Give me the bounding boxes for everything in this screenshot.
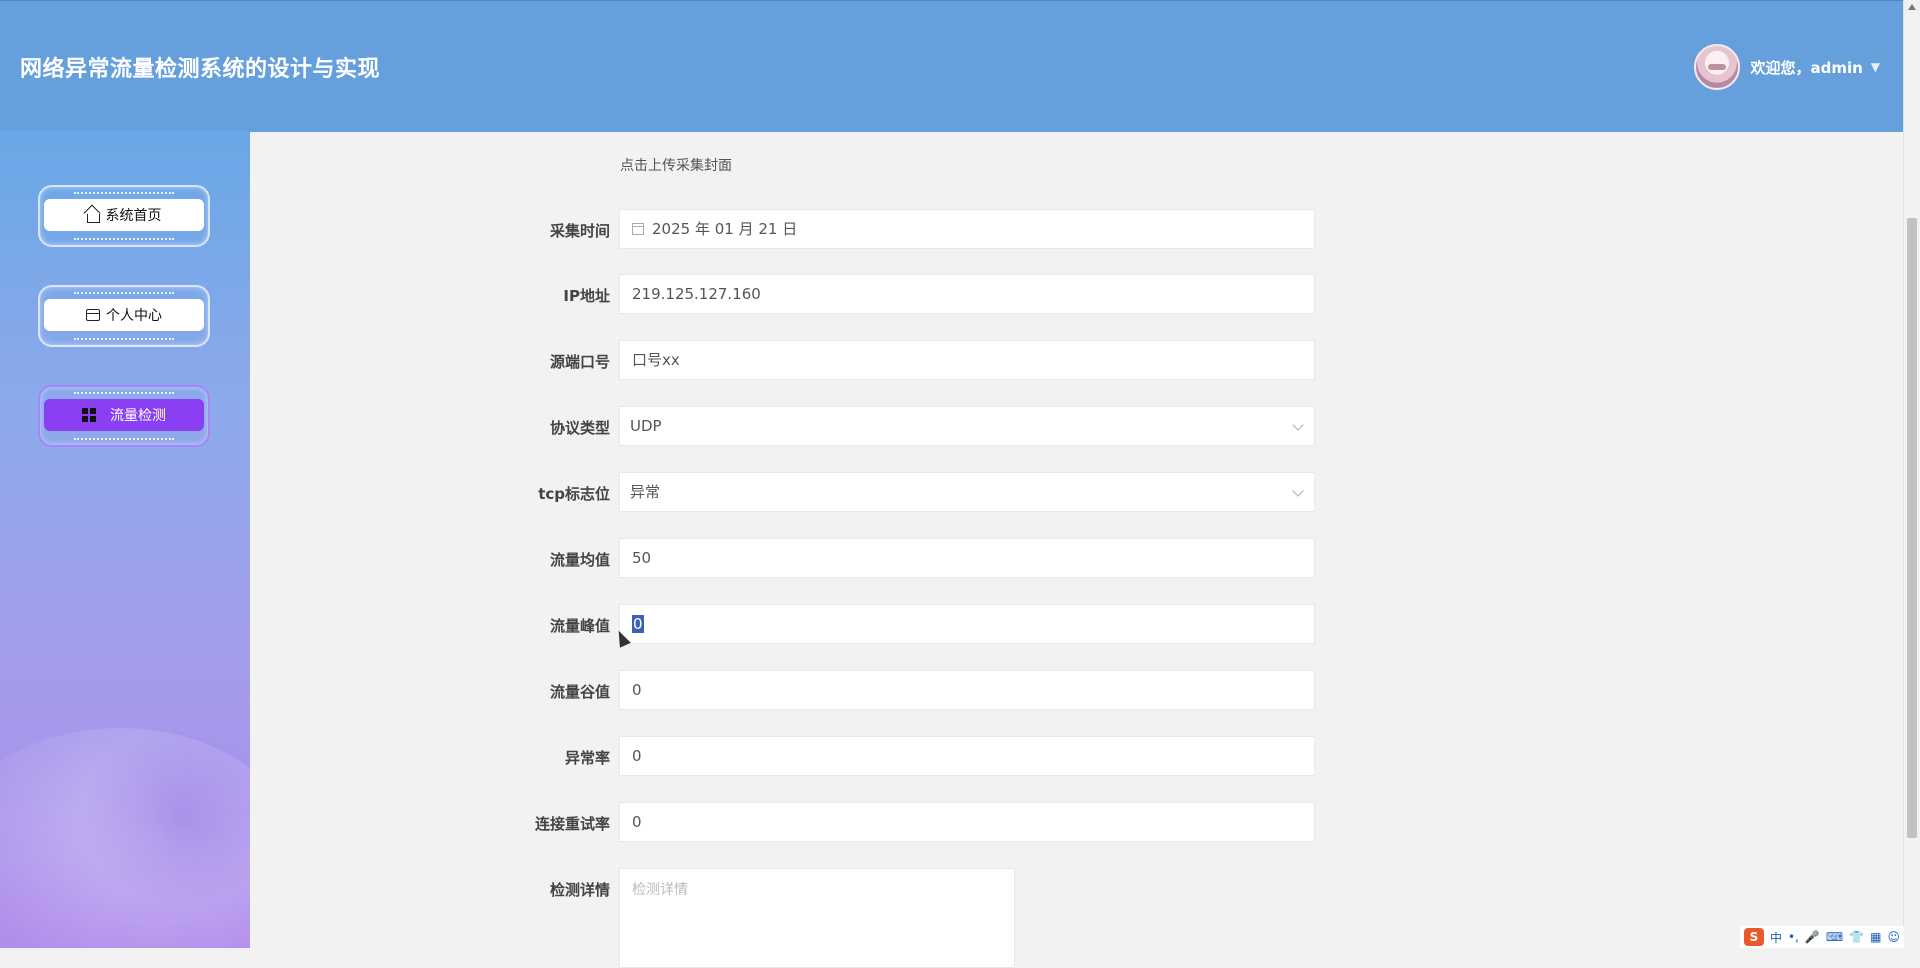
main-content: 点击上传采集封面 采集时间 2025 年 01 月 21 日 IP地址 219.… xyxy=(250,131,1900,968)
ip-address-input[interactable]: 219.125.127.160 xyxy=(619,274,1315,314)
emoji-icon[interactable]: ☺ xyxy=(1887,930,1900,944)
collect-time-date-input[interactable]: 2025 年 01 月 21 日 xyxy=(619,209,1315,249)
field-label: 采集时间 xyxy=(549,222,610,240)
protocol-select[interactable]: UDP xyxy=(619,406,1315,446)
traffic-peak-input[interactable]: 0 xyxy=(619,604,1315,644)
traffic-mean-input[interactable]: 50 xyxy=(619,538,1315,578)
scroll-up-arrow-icon[interactable] xyxy=(1908,4,1916,10)
field-label: 连接重试率 xyxy=(534,815,610,833)
traffic-valley-input[interactable]: 0 xyxy=(619,670,1315,710)
detection-detail-textarea[interactable]: 检测详情 xyxy=(619,868,1015,968)
profile-button[interactable]: 个人中心 xyxy=(44,299,204,331)
traffic-detection-button[interactable]: 流量检测 xyxy=(44,399,204,431)
field-label: 源端口号 xyxy=(549,353,610,371)
sidebar-item-label: 系统首页 xyxy=(105,208,162,224)
wallet-icon xyxy=(86,309,100,321)
keyboard-icon[interactable]: ⌨ xyxy=(1826,930,1843,944)
form-row-collect-time: 采集时间 2025 年 01 月 21 日 xyxy=(250,209,1350,249)
caret-down-icon[interactable]: ▼ xyxy=(1871,60,1880,74)
form-row-ip: IP地址 219.125.127.160 xyxy=(250,274,1350,314)
toolbox-icon[interactable]: ▦ xyxy=(1870,930,1881,944)
form-row-anomaly-rate: 异常率 0 xyxy=(250,736,1350,776)
form-row-source-port: 源端口号 口号xx xyxy=(250,340,1350,380)
scrollbar-thumb[interactable] xyxy=(1907,218,1917,838)
welcome-text[interactable]: 欢迎您，admin xyxy=(1750,57,1862,78)
ime-language[interactable]: 中 xyxy=(1770,929,1782,946)
field-label: 异常率 xyxy=(564,749,610,767)
ime-punctuation-icon[interactable]: •, xyxy=(1788,930,1799,944)
scrollbar[interactable] xyxy=(1903,0,1920,948)
field-label: 流量谷值 xyxy=(549,683,610,701)
chevron-down-icon xyxy=(1292,419,1304,431)
sidebar-item-home[interactable]: 系统首页 xyxy=(38,185,210,247)
form-row-tcp-flag: tcp标志位 异常 xyxy=(250,472,1350,512)
field-label: 流量均值 xyxy=(549,551,610,569)
field-label: IP地址 xyxy=(563,287,610,305)
sogou-logo-icon[interactable]: S xyxy=(1743,928,1764,946)
avatar[interactable] xyxy=(1694,44,1741,90)
sidebar: 系统首页 个人中心 流量检测 xyxy=(0,131,250,948)
form-row-retry-rate: 连接重试率 0 xyxy=(250,802,1350,842)
field-label: 检测详情 xyxy=(549,881,610,899)
home-icon xyxy=(86,213,100,223)
field-label: tcp标志位 xyxy=(538,485,610,503)
form-row-traffic-valley: 流量谷值 0 xyxy=(250,670,1350,710)
selected-value: 0 xyxy=(632,615,644,633)
upload-hint[interactable]: 点击上传采集封面 xyxy=(620,155,732,175)
home-button[interactable]: 系统首页 xyxy=(44,199,204,231)
field-label: 流量峰值 xyxy=(549,617,610,635)
sidebar-item-label: 个人中心 xyxy=(106,308,162,324)
user-menu[interactable]: 欢迎您，admin ▼ xyxy=(1694,44,1880,90)
source-port-input[interactable]: 口号xx xyxy=(619,340,1315,380)
form-row-traffic-mean: 流量均值 50 xyxy=(250,538,1350,578)
sidebar-item-profile[interactable]: 个人中心 xyxy=(38,285,210,347)
ime-toolbar[interactable]: S 中 •, 🎤 ⌨ 👕 ▦ ☺ xyxy=(1739,926,1904,948)
sidebar-item-label: 流量检测 xyxy=(110,408,166,424)
top-header: 网络异常流量检测系统的设计与实现 欢迎您，admin ▼ xyxy=(0,0,1904,132)
chevron-down-icon xyxy=(1292,485,1304,497)
field-label: 协议类型 xyxy=(549,419,610,437)
form-row-protocol: 协议类型 UDP xyxy=(250,406,1350,446)
calendar-icon xyxy=(632,222,644,235)
microphone-icon[interactable]: 🎤 xyxy=(1805,930,1820,944)
form-row-traffic-peak: 流量峰值 0 xyxy=(250,604,1350,644)
anomaly-rate-input[interactable]: 0 xyxy=(619,736,1315,776)
sidebar-item-traffic-detection[interactable]: 流量检测 xyxy=(38,385,210,447)
tcp-flag-select[interactable]: 异常 xyxy=(619,472,1315,512)
skin-icon[interactable]: 👕 xyxy=(1849,930,1864,944)
app-title: 网络异常流量检测系统的设计与实现 xyxy=(20,57,381,82)
grid-icon xyxy=(82,408,96,422)
retry-rate-input[interactable]: 0 xyxy=(619,802,1315,842)
